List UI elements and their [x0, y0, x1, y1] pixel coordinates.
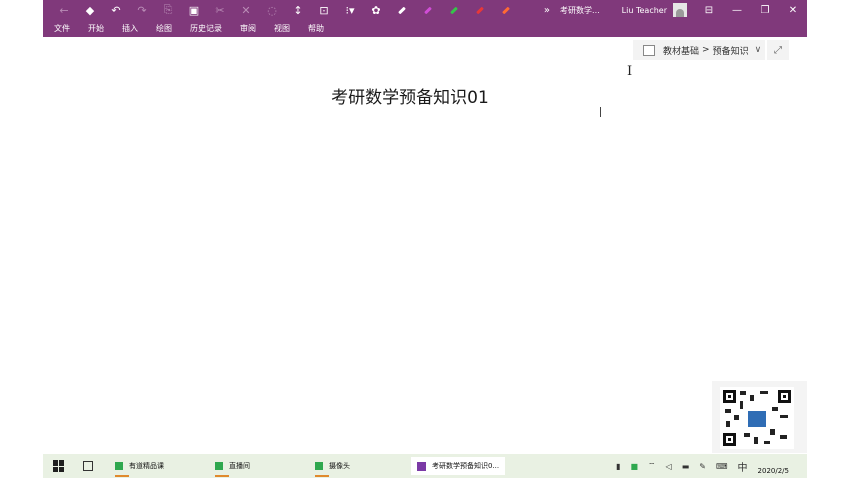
text-caret	[600, 107, 601, 117]
taskbar-app-label: 摄像头	[329, 462, 350, 470]
tab-draw[interactable]: 绘图	[145, 23, 179, 34]
back-icon[interactable]: ←	[51, 0, 77, 20]
breadcrumb-section: 教材基础	[663, 46, 700, 57]
onenote-window: ← ◆ ↶ ↷ ⎘ ▣ ✂ ✕ ◌ ↕ ⊡ ⁝▾ ✿ » 考研数学... Liu…	[43, 0, 807, 478]
toolbar-overflow-button[interactable]: »	[544, 5, 550, 16]
lasso-select-icon[interactable]: ◌	[259, 0, 285, 20]
quick-access-toolbar: ← ◆ ↶ ↷ ⎘ ▣ ✂ ✕ ◌ ↕ ⊡ ⁝▾ ✿	[51, 0, 519, 20]
user-name[interactable]: Liu Teacher	[622, 6, 667, 15]
screen-clip-icon[interactable]: ⊡	[311, 0, 337, 20]
tab-insert[interactable]: 插入	[111, 23, 145, 34]
taskbar-app-label: 考研数学预备知识0...	[432, 462, 500, 470]
notebook-icon	[643, 44, 655, 56]
tab-help[interactable]: 帮助	[297, 23, 331, 34]
title-bar: ← ◆ ↶ ↷ ⎘ ▣ ✂ ✕ ◌ ↕ ⊡ ⁝▾ ✿ » 考研数学... Liu…	[43, 0, 807, 20]
taskbar-app-live-room[interactable]: 直播间	[211, 457, 311, 477]
cut-icon[interactable]: ✂	[207, 0, 233, 20]
ribbon-tabs: 文件 开始 插入 绘图 历史记录 审阅 视图 帮助	[43, 20, 807, 37]
tab-history[interactable]: 历史记录	[179, 23, 229, 34]
system-tray: ▮ ■ ⌔ ◁ ▬ ✎ ⌨ 中 2020/2/5	[616, 454, 807, 478]
breadcrumb-separator: >	[702, 45, 710, 55]
wifi-icon[interactable]: ⌔	[648, 461, 656, 471]
windows-start-icon[interactable]	[53, 460, 65, 472]
add-space-icon[interactable]: ↕	[285, 0, 311, 20]
tab-home[interactable]: 开始	[77, 23, 111, 34]
taskbar-app-youdao[interactable]: 有道精品课	[111, 457, 211, 477]
qr-code-overlay	[712, 381, 807, 453]
pen-white-icon[interactable]	[389, 0, 415, 20]
pen-orange-icon[interactable]	[493, 0, 519, 20]
task-view-icon[interactable]	[83, 461, 93, 471]
battery-icon[interactable]: ▬	[682, 462, 690, 471]
undo-icon[interactable]: ↶	[103, 0, 129, 20]
chevron-down-icon[interactable]: ∨	[755, 45, 762, 55]
ime-indicator[interactable]: 中	[738, 459, 748, 474]
keyboard-icon[interactable]: ⌨	[716, 462, 728, 471]
breadcrumb-page: 预备知识	[712, 46, 749, 57]
live-room-app-icon	[215, 462, 223, 470]
grid-dropdown-icon[interactable]: ⁝▾	[337, 0, 363, 20]
breadcrumb[interactable]: 教材基础 > 预备知识 ∨	[633, 40, 765, 60]
onenote-app-icon	[417, 461, 426, 471]
text-cursor-icon: I	[627, 64, 633, 79]
taskbar-app-label: 直播间	[229, 462, 250, 470]
camera-app-icon	[315, 462, 323, 470]
pen-tray-icon[interactable]: ✎	[699, 462, 706, 471]
taskbar-date[interactable]: 2020/2/5	[758, 467, 789, 475]
tab-review[interactable]: 审阅	[229, 23, 263, 34]
minimize-icon[interactable]: —	[723, 0, 751, 20]
color-palette-icon[interactable]: ✿	[363, 0, 389, 20]
close-icon[interactable]: ✕	[779, 0, 807, 20]
redo-icon[interactable]: ↷	[129, 0, 155, 20]
qr-logo-icon	[748, 411, 766, 427]
pen-green-icon[interactable]	[441, 0, 467, 20]
taskbar-app-label: 有道精品课	[129, 462, 164, 470]
volume-icon[interactable]: ◁	[666, 462, 672, 471]
user-avatar-icon[interactable]	[673, 3, 687, 17]
pen-magenta-icon[interactable]	[415, 0, 441, 20]
tab-view[interactable]: 视图	[263, 23, 297, 34]
pen-red-icon[interactable]	[467, 0, 493, 20]
delete-icon[interactable]: ✕	[233, 0, 259, 20]
document-title: 考研数学...	[560, 5, 600, 15]
copy-icon[interactable]: ⎘	[155, 0, 181, 20]
expand-icon[interactable]: ⤢	[767, 40, 789, 60]
youdao-tray-icon[interactable]: ■	[630, 462, 638, 471]
youdao-app-icon	[115, 462, 123, 470]
taskbar-app-onenote[interactable]: 考研数学预备知识0...	[411, 457, 505, 475]
paste-icon[interactable]: ▣	[181, 0, 207, 20]
microphone-icon[interactable]: ▮	[616, 462, 620, 471]
tab-file[interactable]: 文件	[43, 23, 77, 34]
page-title[interactable]: 考研数学预备知识01	[243, 83, 577, 108]
qr-code-icon	[720, 387, 794, 449]
taskbar-app-camera[interactable]: 摄像头	[311, 457, 411, 477]
full-screen-icon[interactable]: ⊟	[695, 0, 723, 20]
eraser-icon[interactable]: ◆	[77, 0, 103, 20]
title-bar-right: » 考研数学... Liu Teacher ⊟ — ❐ ✕	[544, 0, 807, 20]
restore-icon[interactable]: ❐	[751, 0, 779, 20]
taskbar: 有道精品课 直播间 摄像头 考研数学预备知识0... ▮ ■ ⌔ ◁ ▬ ✎ ⌨…	[43, 454, 807, 478]
